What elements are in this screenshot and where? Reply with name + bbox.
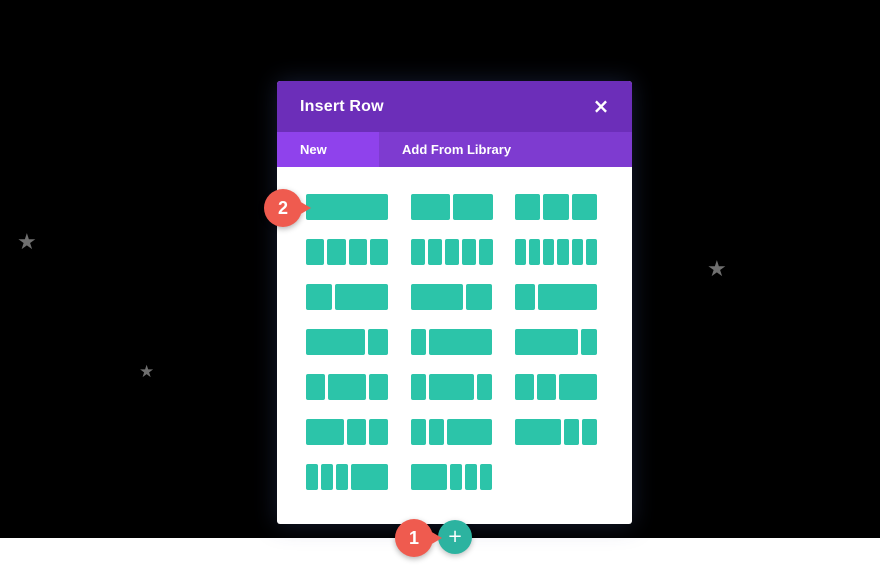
layout-column	[327, 239, 346, 265]
tab-add-from-library[interactable]: Add From Library	[379, 132, 534, 167]
row-layout-option[interactable]	[306, 239, 388, 265]
row-layout-option[interactable]	[306, 419, 388, 445]
row-layout-option[interactable]	[410, 464, 493, 490]
row-layout-option[interactable]	[410, 419, 493, 445]
row-layout-option[interactable]	[515, 374, 597, 400]
row-layout-option[interactable]	[515, 239, 597, 265]
layout-column	[410, 284, 464, 310]
layout-column	[581, 329, 597, 355]
row-layout-option[interactable]	[410, 329, 493, 355]
layout-column	[328, 374, 366, 400]
layout-column	[306, 194, 388, 220]
layout-column	[480, 464, 493, 490]
layout-column	[306, 419, 344, 445]
tab-new-row[interactable]: New Row	[277, 132, 379, 192]
layout-column	[410, 194, 450, 220]
layout-column	[410, 419, 426, 445]
row-layout-option[interactable]	[410, 284, 493, 310]
layout-column	[306, 284, 333, 310]
row-layout-option[interactable]	[306, 194, 388, 220]
layout-column	[557, 239, 569, 265]
row-layout-option[interactable]	[515, 194, 597, 220]
layout-column	[571, 239, 583, 265]
layout-column	[515, 239, 527, 265]
layout-column	[543, 194, 569, 220]
row-layout-option[interactable]	[306, 464, 388, 490]
layout-column	[585, 239, 597, 265]
layout-column	[537, 374, 556, 400]
layout-column	[428, 419, 444, 445]
layout-column	[306, 374, 325, 400]
layout-column	[410, 239, 425, 265]
layout-column	[410, 329, 427, 355]
layout-column	[369, 374, 388, 400]
layout-column	[478, 239, 493, 265]
layout-column	[410, 374, 426, 400]
layout-column	[306, 464, 319, 490]
layout-column	[581, 419, 597, 445]
layout-column	[559, 374, 597, 400]
row-layout-option[interactable]	[515, 419, 597, 445]
row-layout-option[interactable]	[306, 329, 388, 355]
layout-column	[429, 329, 493, 355]
layout-column	[515, 374, 534, 400]
modal-title: Insert Row	[300, 98, 384, 115]
layout-column	[321, 464, 334, 490]
modal-tabs: New Row Add From Library	[277, 132, 632, 192]
layout-column	[410, 464, 447, 490]
layout-column	[515, 284, 535, 310]
layout-column	[351, 464, 388, 490]
layout-column	[515, 194, 541, 220]
layout-column	[444, 239, 459, 265]
close-icon[interactable]: ×	[590, 94, 612, 118]
layout-column	[515, 329, 579, 355]
row-layout-option[interactable]	[306, 284, 388, 310]
layout-column	[446, 419, 493, 445]
layout-column	[529, 239, 541, 265]
layout-column	[347, 419, 366, 445]
row-layout-option[interactable]	[410, 374, 493, 400]
layout-column	[369, 419, 388, 445]
row-layout-option[interactable]	[515, 284, 597, 310]
star-icon: ★	[17, 230, 37, 255]
star-icon: ★	[707, 257, 727, 282]
layout-column	[563, 419, 579, 445]
row-layout-grid	[306, 194, 598, 490]
layout-column	[306, 239, 325, 265]
layout-column	[306, 329, 366, 355]
insert-row-modal: Insert Row × New Row Add From Library	[277, 81, 632, 524]
layout-column	[348, 239, 367, 265]
layout-column	[369, 239, 388, 265]
row-layout-option[interactable]	[515, 329, 597, 355]
step-badge-2: 2	[264, 189, 311, 227]
layout-column	[466, 284, 493, 310]
layout-column	[368, 329, 388, 355]
layout-column	[453, 194, 493, 220]
row-layout-option[interactable]	[306, 374, 388, 400]
layout-column	[543, 239, 555, 265]
layout-column	[335, 284, 388, 310]
layout-column	[461, 239, 476, 265]
row-layout-option[interactable]	[410, 194, 493, 220]
layout-column	[477, 374, 493, 400]
row-layout-option[interactable]	[410, 239, 493, 265]
add-row-button[interactable]: +	[438, 520, 472, 554]
layout-column	[428, 374, 475, 400]
layout-column	[537, 284, 597, 310]
layout-column	[336, 464, 349, 490]
layout-column	[515, 419, 561, 445]
layout-column	[427, 239, 442, 265]
layout-column	[571, 194, 597, 220]
layout-column	[465, 464, 478, 490]
step-badge-1: 1	[395, 519, 442, 557]
star-icon: ★	[139, 362, 155, 382]
layout-column	[450, 464, 463, 490]
modal-header: Insert Row ×	[277, 81, 632, 132]
